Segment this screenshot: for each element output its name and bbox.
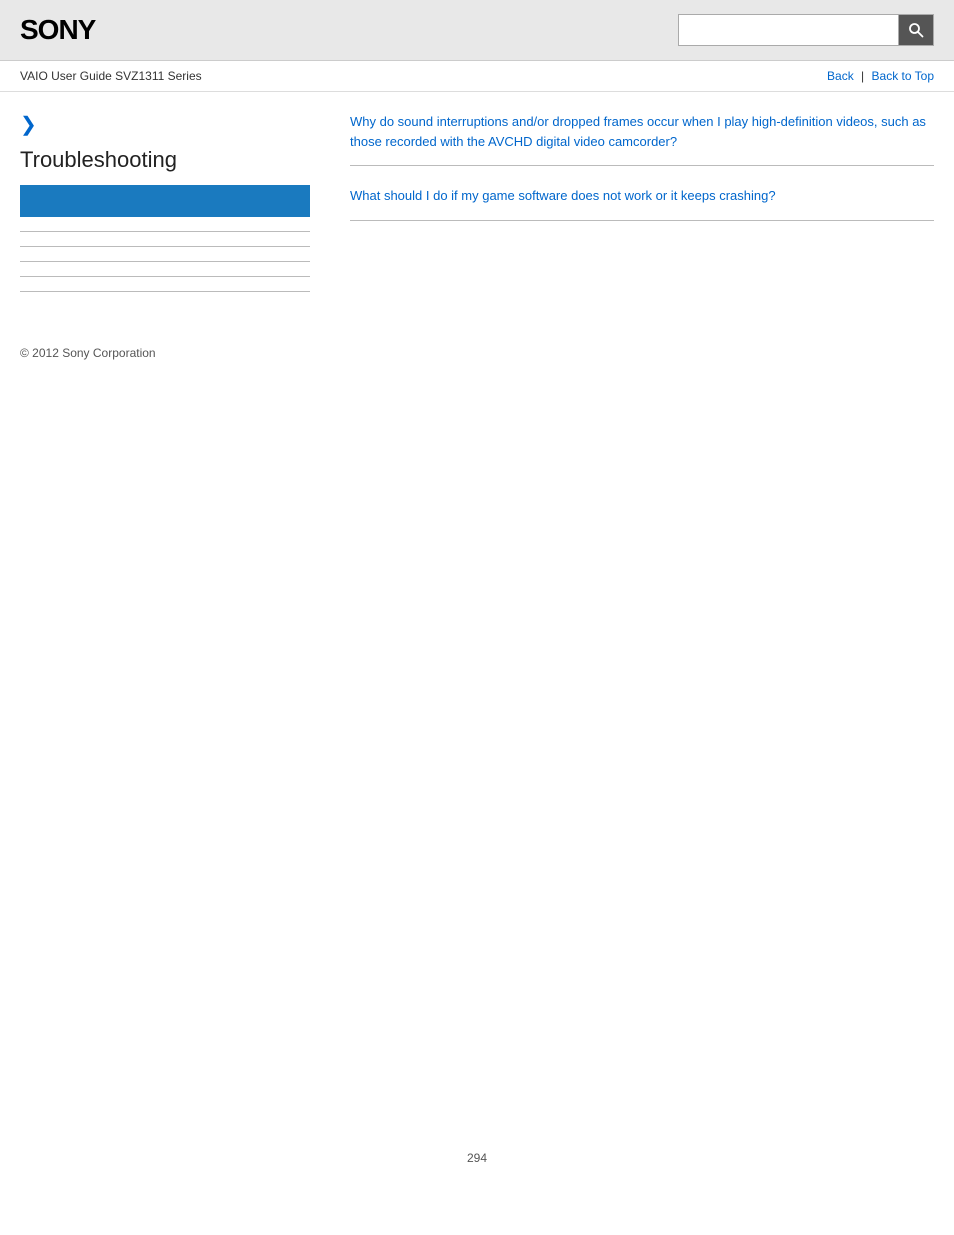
content-area: Why do sound interruptions and/or droppe…	[330, 112, 934, 306]
copyright-text: © 2012 Sony Corporation	[20, 346, 156, 360]
content-section-2: What should I do if my game software doe…	[350, 186, 934, 221]
sidebar: ❯ Troubleshooting	[20, 112, 330, 306]
content-divider-1	[350, 165, 934, 166]
sidebar-divider-4	[20, 276, 310, 277]
sidebar-divider-1	[20, 231, 310, 232]
nav-links: Back | Back to Top	[827, 69, 934, 83]
search-input[interactable]	[678, 14, 898, 46]
search-button[interactable]	[898, 14, 934, 46]
nav-bar: VAIO User Guide SVZ1311 Series Back | Ba…	[0, 61, 954, 92]
sidebar-active-item[interactable]	[20, 185, 310, 217]
chevron-icon: ❯	[20, 112, 310, 137]
sidebar-divider-3	[20, 261, 310, 262]
search-icon	[908, 22, 924, 38]
back-to-top-link[interactable]: Back to Top	[872, 69, 934, 83]
content-link-2[interactable]: What should I do if my game software doe…	[350, 186, 934, 206]
sidebar-divider-2	[20, 246, 310, 247]
breadcrumb: VAIO User Guide SVZ1311 Series	[20, 69, 202, 83]
nav-separator: |	[861, 69, 864, 83]
main-content: ❯ Troubleshooting Why do sound interrupt…	[0, 92, 954, 326]
footer: © 2012 Sony Corporation	[0, 326, 954, 370]
sidebar-divider-5	[20, 291, 310, 292]
sidebar-title: Troubleshooting	[20, 147, 310, 173]
content-section-1: Why do sound interruptions and/or droppe…	[350, 112, 934, 166]
back-link[interactable]: Back	[827, 69, 854, 83]
page-number: 294	[0, 1131, 954, 1175]
content-link-1[interactable]: Why do sound interruptions and/or droppe…	[350, 112, 934, 151]
content-divider-2	[350, 220, 934, 221]
sony-logo: SONY	[20, 14, 95, 46]
header: SONY	[0, 0, 954, 61]
search-area	[678, 14, 934, 46]
